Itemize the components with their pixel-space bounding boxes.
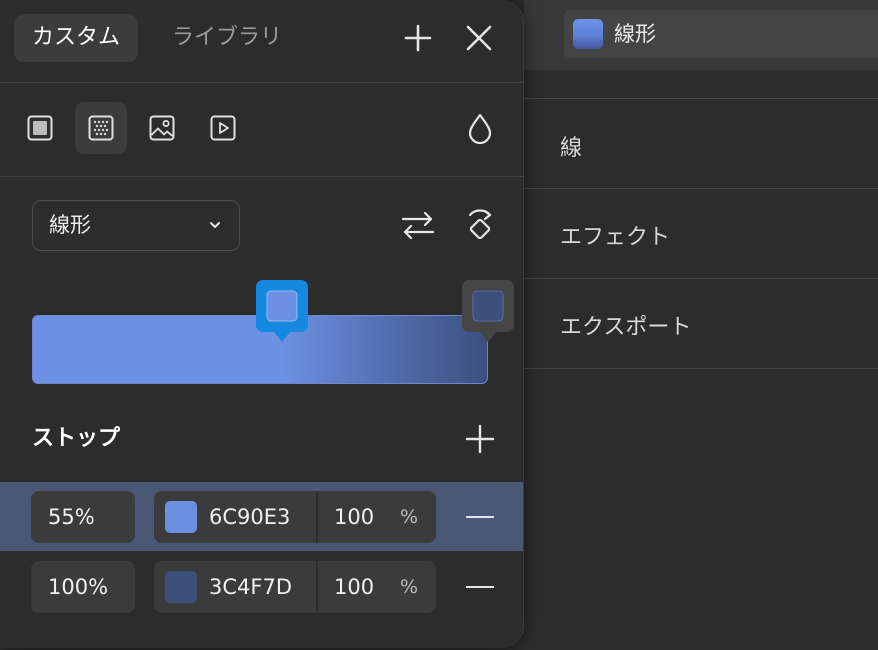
fill-type-label: 線形 [614, 22, 656, 46]
section-effects[interactable]: エフェクト [560, 219, 670, 251]
image-fill-icon [149, 115, 175, 141]
gradient-type-dropdown[interactable]: 線形 [32, 200, 240, 251]
gradient-stop-handle-selected[interactable] [256, 280, 308, 345]
properties-panel: 線形 線 エフェクト エクスポート [524, 0, 878, 650]
stop-color-field[interactable]: 3C4F7D 100 % [154, 561, 436, 613]
section-stroke[interactable]: 線 [560, 130, 582, 162]
gradient-fill-button[interactable] [75, 102, 127, 154]
opacity-drop-icon[interactable] [466, 113, 494, 145]
stop-color-swatch[interactable] [165, 501, 197, 533]
solid-fill-icon [27, 115, 53, 141]
video-fill-button[interactable] [197, 102, 249, 154]
gradient-type-label: 線形 [49, 213, 91, 237]
divider [316, 491, 318, 543]
add-stop-icon[interactable] [465, 424, 495, 454]
rotate-gradient-icon[interactable] [464, 206, 496, 244]
swap-arrows-icon[interactable] [400, 208, 436, 242]
alpha-unit: % [400, 576, 419, 598]
color-picker-popup: カスタム ライブラリ 線形 ストップ 55% 6C90E3 100 % 100%… [0, 0, 523, 648]
divider [524, 368, 878, 369]
tab-library[interactable]: ライブラリ [154, 14, 300, 62]
stops-title: ストップ [32, 426, 121, 451]
tab-custom[interactable]: カスタム [14, 14, 139, 62]
stop-position-field[interactable]: 55% [31, 491, 135, 543]
divider [524, 98, 878, 99]
gradient-stop-handle[interactable] [462, 280, 514, 345]
divider [0, 82, 523, 83]
remove-stop-icon[interactable] [466, 516, 494, 518]
plus-icon[interactable] [400, 20, 436, 56]
close-icon[interactable] [461, 20, 497, 56]
solid-fill-button[interactable] [14, 102, 66, 154]
section-export[interactable]: エクスポート [560, 309, 691, 341]
divider [524, 188, 878, 189]
stop-alpha-value[interactable]: 100 [334, 561, 374, 613]
stop-hex-value[interactable]: 3C4F7D [209, 561, 292, 613]
stop-row[interactable]: 100% 3C4F7D 100 % [0, 552, 523, 621]
divider [524, 278, 878, 279]
stop-row-selected[interactable]: 55% 6C90E3 100 % [0, 482, 523, 551]
image-fill-button[interactable] [136, 102, 188, 154]
stop-color-field[interactable]: 6C90E3 100 % [154, 491, 436, 543]
alpha-unit: % [400, 506, 419, 528]
gradient-fill-icon [88, 115, 114, 141]
stop-alpha-value[interactable]: 100 [334, 491, 374, 543]
fill-row: 線形 [524, 0, 878, 70]
stop-hex-value[interactable]: 6C90E3 [209, 491, 290, 543]
stop-position-field[interactable]: 100% [31, 561, 135, 613]
fill-chip[interactable]: 線形 [564, 10, 878, 58]
fill-swatch[interactable] [573, 19, 603, 49]
divider [0, 176, 523, 177]
divider [316, 561, 318, 613]
video-fill-icon [210, 115, 236, 141]
chevron-down-icon [210, 222, 220, 228]
stop-color-swatch[interactable] [165, 571, 197, 603]
remove-stop-icon[interactable] [466, 586, 494, 588]
